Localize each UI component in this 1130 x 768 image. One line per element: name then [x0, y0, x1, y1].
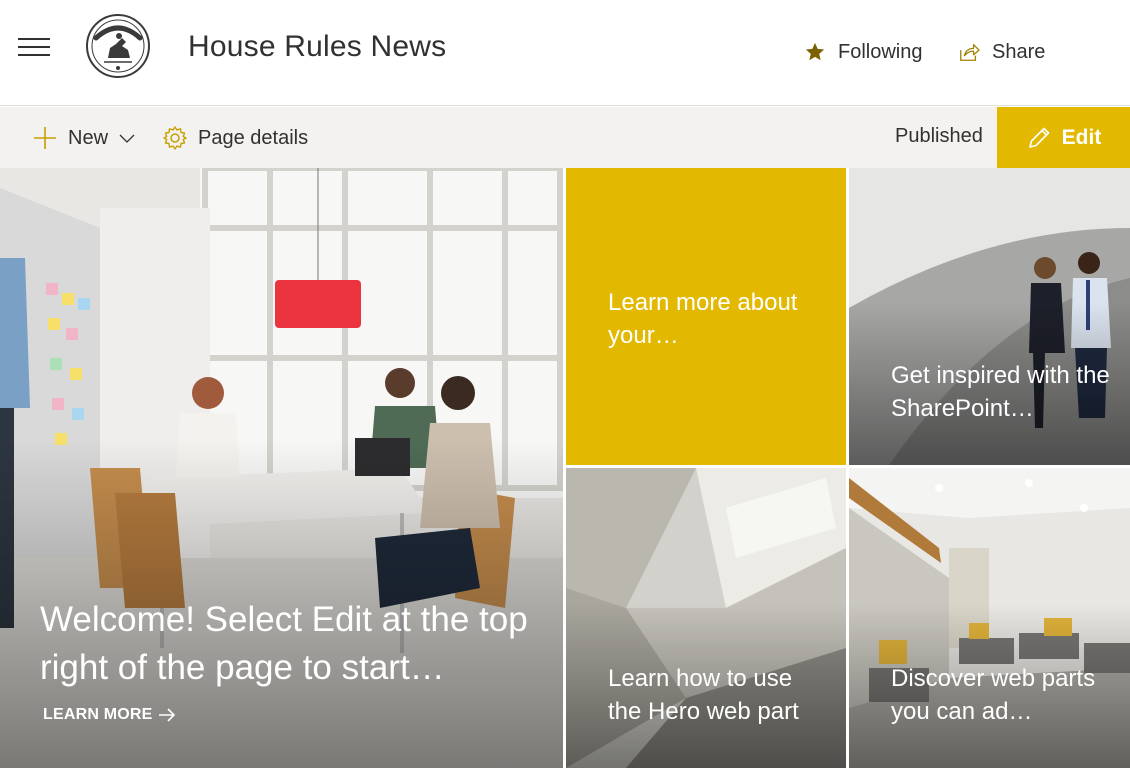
hero-tile-title: Discover web parts you can ad… — [891, 665, 1096, 725]
site-logo[interactable] — [86, 14, 150, 78]
hero-tile-title: Learn how to use the Hero web part — [608, 665, 799, 725]
following-button[interactable]: Following — [804, 38, 922, 66]
star-icon — [805, 42, 825, 61]
publish-status: Published — [895, 125, 983, 147]
new-label: New — [68, 126, 109, 149]
arrow-right-icon — [158, 708, 175, 722]
chevron-down-icon[interactable] — [118, 129, 136, 147]
hero-web-part: Welcome! Select Edit at the top right of… — [0, 168, 1130, 768]
site-header: House Rules News Following Share — [0, 0, 1130, 106]
hero-tile-title: Get inspired with the SharePoint… — [891, 362, 1110, 422]
following-label: Following — [838, 40, 923, 63]
learn-more-label: LEARN MORE — [43, 706, 153, 723]
hero-tile-hero-web-part[interactable]: Learn how to use the Hero web part — [566, 468, 846, 768]
hero-tile-learn-more[interactable]: Learn more about your… — [566, 168, 846, 465]
gear-icon — [163, 126, 187, 150]
command-bar: New Page details Published — [0, 107, 1130, 168]
share-label: Share — [992, 40, 1046, 63]
page-details-button[interactable]: Page details — [162, 125, 308, 151]
share-button[interactable]: Share — [958, 38, 1045, 66]
hero-tile-title: Learn more about your… — [608, 289, 798, 349]
pencil-icon — [1028, 127, 1049, 148]
edit-button[interactable]: Edit — [997, 107, 1130, 168]
new-button[interactable]: New — [32, 125, 136, 151]
hero-main-tile[interactable]: Welcome! Select Edit at the top right of… — [0, 168, 563, 768]
hamburger-icon[interactable] — [18, 36, 50, 58]
page-details-label: Page details — [198, 126, 309, 149]
share-icon — [960, 44, 980, 61]
site-title[interactable]: House Rules News — [188, 30, 446, 64]
edit-label: Edit — [1061, 125, 1102, 149]
hero-main-title[interactable]: Welcome! Select Edit at the top right of… — [40, 596, 540, 692]
learn-more-link[interactable]: LEARN MORE — [43, 706, 177, 724]
hero-tile-get-inspired[interactable]: Get inspired with the SharePoint… — [849, 168, 1130, 465]
hero-tile-discover-web-parts[interactable]: Discover web parts you can ad… — [849, 468, 1130, 768]
plus-icon — [34, 127, 56, 149]
